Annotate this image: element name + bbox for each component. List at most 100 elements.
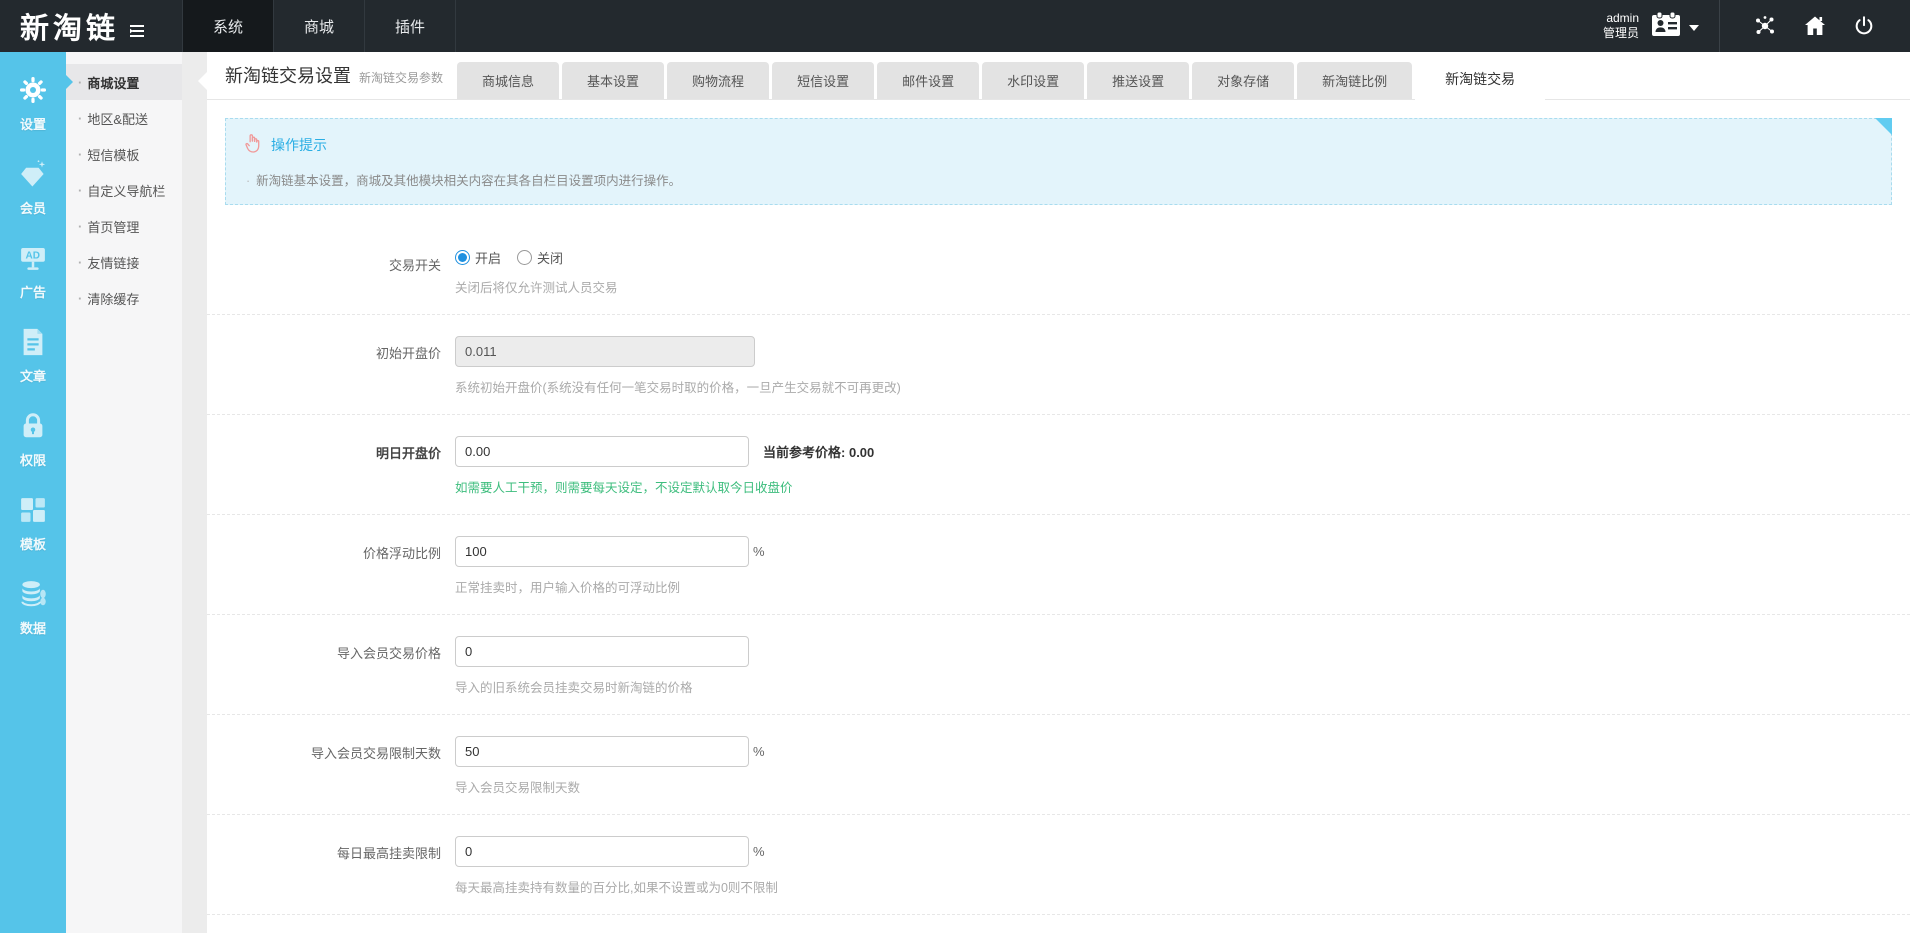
card-header: 新淘链交易设置 新淘链交易参数 商城信息 基本设置 购物流程 短信设置 邮件设置… — [207, 52, 1910, 100]
field-label: 明日开盘价 — [375, 446, 441, 461]
submenu-label: 商城设置 — [87, 75, 140, 91]
tomorrow-price-input[interactable] — [455, 436, 749, 467]
page-title: 新淘链交易设置 — [225, 66, 351, 86]
radio-off-label: 关闭 — [537, 251, 564, 266]
tab-mall-info[interactable]: 商城信息 — [457, 62, 560, 99]
submenu-item-homepage[interactable]: 首页管理 — [66, 208, 182, 244]
percent-unit: % — [753, 744, 765, 759]
submenu-item-clear-cache[interactable]: 清除缓存 — [66, 280, 182, 316]
sidebar-item-members[interactable]: 会员 — [0, 146, 66, 230]
field-label: 交易开关 — [388, 258, 441, 273]
network-icon[interactable] — [1753, 14, 1777, 38]
sidebar-item-articles[interactable]: 文章 — [0, 314, 66, 398]
top-menu-item-system[interactable]: 系统 — [182, 0, 274, 52]
tab-shopping-flow[interactable]: 购物流程 — [667, 62, 770, 99]
tab-label: 新淘链比例 — [1322, 74, 1388, 89]
tab-sms-settings[interactable]: 短信设置 — [772, 62, 875, 99]
percent-unit: % — [753, 844, 765, 859]
document-icon — [18, 327, 48, 362]
user-name: admin — [1606, 11, 1639, 25]
icon-sidebar: 设置 会员 AD 广告 文章 权限 模板 数据 — [0, 52, 66, 933]
notice-box: 操作提示 新淘链基本设置，商城及其他模块相关内容在其各自栏目设置项内进行操作。 — [225, 118, 1892, 205]
top-menu-label: 插件 — [395, 18, 426, 36]
sidebar-item-permissions[interactable]: 权限 — [0, 398, 66, 482]
top-menu-item-plugin[interactable]: 插件 — [364, 0, 457, 52]
radio-option-off[interactable]: 关闭 — [517, 248, 563, 267]
submenu-label: 自定义导航栏 — [87, 183, 166, 199]
submenu-label: 短信模板 — [87, 147, 140, 163]
radio-on-label: 开启 — [475, 251, 502, 266]
sidebar-item-settings[interactable]: 设置 — [0, 62, 66, 146]
radio-off-icon[interactable] — [517, 250, 533, 265]
float-ratio-input[interactable] — [455, 536, 749, 567]
submenu-label: 清除缓存 — [87, 291, 140, 307]
tab-mail-settings[interactable]: 邮件设置 — [877, 62, 980, 99]
submenu-item-mall-settings[interactable]: 商城设置 — [66, 64, 182, 100]
field-note: 导入的旧系统会员挂卖交易时新淘链的价格 — [455, 681, 693, 695]
submenu-item-region-delivery[interactable]: 地区&配送 — [66, 100, 182, 136]
home-icon[interactable] — [1803, 14, 1827, 38]
notice-message: 新淘链基本设置，商城及其他模块相关内容在其各自栏目设置项内进行操作。 — [242, 170, 1875, 189]
row-tomorrow-price: 明日开盘价 当前参考价格: 0.00 如需要人工干预，则需要每天设定，不设定默认… — [207, 415, 1910, 515]
sidebar-item-label: 文章 — [19, 369, 46, 384]
field-label: 导入会员交易限制天数 — [310, 746, 441, 761]
notice-title: 操作提示 — [271, 137, 327, 153]
sidebar-item-label: 设置 — [19, 117, 46, 132]
top-menu-item-mall[interactable]: 商城 — [273, 0, 364, 52]
sidebar-item-data[interactable]: 数据 — [0, 566, 66, 650]
ad-board-icon: AD — [18, 243, 48, 278]
tab-label: 邮件设置 — [902, 74, 955, 89]
sidebar-item-templates[interactable]: 模板 — [0, 482, 66, 566]
tab-ratio[interactable]: 新淘链比例 — [1297, 62, 1413, 99]
top-menu-label: 商城 — [304, 18, 335, 36]
submenu-item-custom-nav[interactable]: 自定义导航栏 — [66, 172, 182, 208]
submenu-label: 首页管理 — [87, 219, 140, 235]
gear-icon — [18, 75, 48, 110]
daily-limit-input[interactable] — [455, 836, 749, 867]
power-icon[interactable] — [1853, 15, 1875, 37]
hand-pointer-icon — [242, 132, 263, 158]
tab-object-storage[interactable]: 对象存储 — [1192, 62, 1295, 99]
tab-label: 水印设置 — [1007, 74, 1060, 89]
tab-trade[interactable]: 新淘链交易 — [1415, 58, 1546, 100]
sidebar-toggle-icon[interactable] — [129, 24, 145, 43]
tab-watermark-settings[interactable]: 水印设置 — [982, 62, 1085, 99]
submenu: 商城设置 地区&配送 短信模板 自定义导航栏 首页管理 友情链接 清除缓存 — [66, 52, 182, 933]
field-note: 系统初始开盘价(系统没有任何一笔交易时取的价格，一旦产生交易就不可再更改) — [455, 381, 901, 395]
topbar-right: admin 管理员 — [1603, 0, 1910, 52]
tab-label: 商城信息 — [482, 74, 535, 89]
sidebar-item-ads[interactable]: AD 广告 — [0, 230, 66, 314]
sidebar-item-label: 模板 — [19, 537, 46, 552]
divider — [1719, 0, 1720, 52]
radio-option-on[interactable]: 开启 — [455, 248, 501, 267]
field-note: 如需要人工干预，则需要每天设定，不设定默认取今日收盘价 — [455, 481, 793, 495]
reference-price-label: 当前参考价格: — [763, 445, 846, 460]
field-note: 每天最高挂卖持有数量的百分比,如果不设置或为0则不限制 — [455, 881, 778, 895]
logo-text: 新淘链 — [20, 13, 120, 45]
gem-icon — [18, 159, 48, 194]
radio-on-icon[interactable] — [455, 250, 470, 265]
row-import-price: 导入会员交易价格 导入的旧系统会员挂卖交易时新淘链的价格 — [207, 615, 1910, 715]
row-initial-price: 初始开盘价 系统初始开盘价(系统没有任何一笔交易时取的价格，一旦产生交易就不可再… — [207, 315, 1910, 415]
submenu-label: 友情链接 — [87, 255, 140, 271]
topbar: 新淘链 系统 商城 插件 admin 管理员 — [0, 0, 1910, 52]
user-menu[interactable]: admin 管理员 — [1603, 11, 1699, 42]
import-price-input[interactable] — [455, 636, 749, 667]
tab-basic-settings[interactable]: 基本设置 — [562, 62, 665, 99]
brand-logo: 新淘链 — [0, 0, 182, 52]
top-menu-label: 系统 — [213, 18, 244, 36]
import-days-input[interactable] — [455, 736, 749, 767]
sidebar-item-label: 会员 — [19, 201, 46, 216]
top-menu: 系统 商城 插件 — [182, 0, 457, 52]
submenu-item-sms-template[interactable]: 短信模板 — [66, 136, 182, 172]
submenu-item-friend-links[interactable]: 友情链接 — [66, 244, 182, 280]
field-note: 导入会员交易限制天数 — [455, 781, 581, 795]
submenu-label: 地区&配送 — [87, 111, 149, 127]
field-label: 初始开盘价 — [375, 346, 441, 361]
sidebar-item-label: 数据 — [19, 621, 46, 636]
page-subtitle: 新淘链交易参数 — [359, 71, 444, 85]
id-badge-icon — [1651, 11, 1681, 42]
svg-text:AD: AD — [26, 251, 40, 262]
content-card: 新淘链交易设置 新淘链交易参数 商城信息 基本设置 购物流程 短信设置 邮件设置… — [198, 52, 1910, 933]
tab-push-settings[interactable]: 推送设置 — [1087, 62, 1190, 99]
